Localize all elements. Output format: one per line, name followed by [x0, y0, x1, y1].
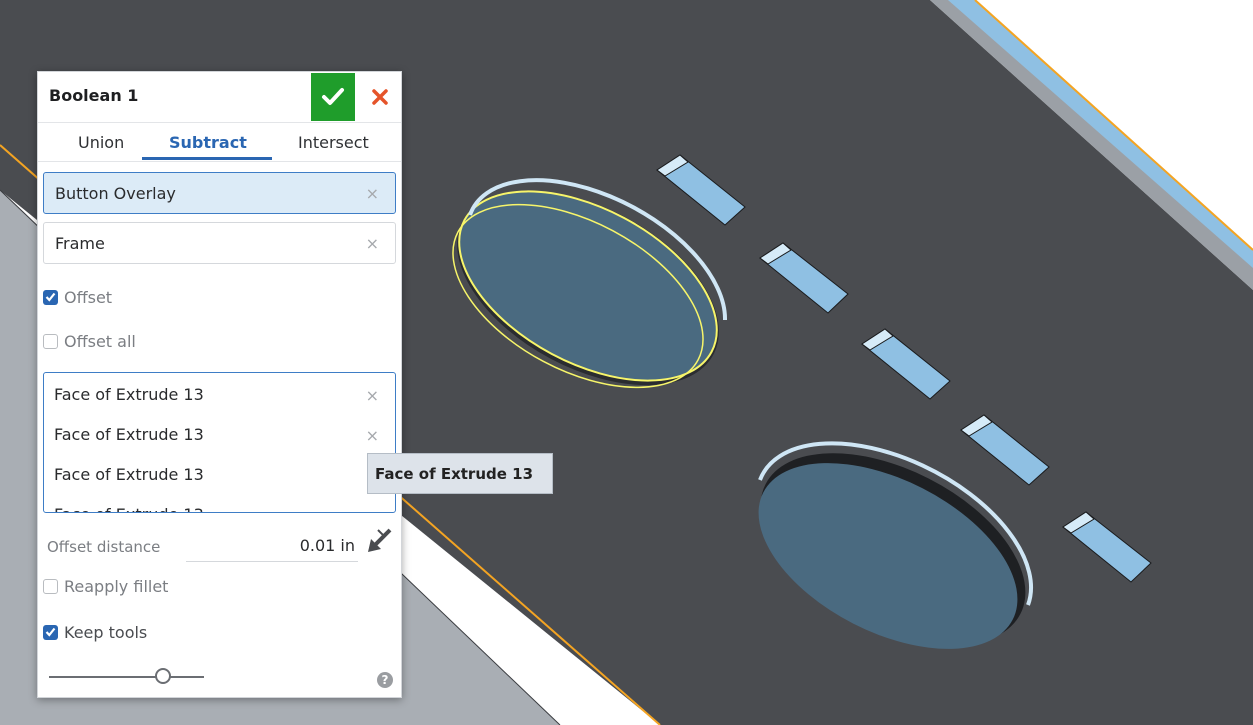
tab-intersect[interactable]: Intersect [298, 133, 369, 152]
offset-distance-label: Offset distance [47, 538, 161, 556]
tab-subtract[interactable]: Subtract [169, 133, 247, 152]
offset-all-checkbox-row[interactable]: Offset all [43, 329, 136, 353]
boolean-type-tabs: Union Subtract Intersect [38, 123, 401, 162]
clear-targets-icon[interactable]: × [366, 234, 379, 253]
face-item-label: Face of Extrude 13 [54, 505, 204, 512]
keep-tools-row[interactable]: Keep tools [43, 620, 147, 644]
remove-face-icon[interactable]: × [366, 426, 379, 445]
check-icon [45, 627, 56, 637]
face-item-label: Face of Extrude 13 [54, 425, 204, 444]
reapply-fillet-label: Reapply fillet [64, 576, 169, 596]
targets-field-value: Frame [55, 234, 105, 253]
preview-slider[interactable] [49, 667, 204, 687]
dialog-title: Boolean 1 [49, 86, 139, 105]
help-icon[interactable]: ? [377, 672, 393, 688]
confirm-button[interactable] [311, 73, 355, 121]
dialog-titlebar: Boolean 1 [38, 72, 401, 123]
clear-tools-icon[interactable]: × [366, 184, 379, 203]
active-tab-indicator [142, 157, 272, 160]
tools-field-value: Button Overlay [55, 184, 176, 203]
face-item-label: Face of Extrude 13 [54, 465, 204, 484]
offset-label: Offset [64, 287, 113, 307]
slider-handle[interactable] [155, 668, 171, 684]
list-item[interactable]: Face of Extrude 13 [44, 495, 395, 512]
offset-faces-list[interactable]: Face of Extrude 13 × Face of Extrude 13 … [43, 372, 396, 513]
checkmark-icon [322, 88, 344, 105]
boolean-dialog: Boolean 1 Union Subtract Intersect Butto… [37, 71, 402, 698]
remove-face-icon[interactable]: × [366, 386, 379, 405]
list-item[interactable]: Face of Extrude 13 × [44, 375, 395, 415]
opposite-direction-button[interactable] [365, 526, 395, 556]
offset-distance-input[interactable]: 0.01 in [186, 530, 358, 562]
keep-tools-checkbox[interactable] [43, 624, 58, 640]
offset-checkbox[interactable] [43, 289, 58, 305]
offset-all-label: Offset all [64, 331, 136, 351]
tools-field[interactable]: Button Overlay × [43, 172, 396, 214]
keep-tools-label: Keep tools [64, 622, 148, 642]
face-item-label: Face of Extrude 13 [54, 385, 204, 404]
direction-arrow-icon [368, 528, 392, 552]
reapply-fillet-row[interactable]: Reapply fillet [43, 574, 168, 598]
list-item[interactable]: Face of Extrude 13 × [44, 415, 395, 455]
check-icon [45, 292, 56, 302]
tab-union[interactable]: Union [78, 133, 124, 152]
offset-distance-value: 0.01 in [299, 536, 355, 555]
close-icon [371, 89, 388, 105]
targets-field[interactable]: Frame × [43, 222, 396, 264]
offset-checkbox-row[interactable]: Offset [43, 285, 112, 309]
list-item[interactable]: Face of Extrude 13 [44, 455, 395, 495]
slider-track [49, 676, 204, 678]
cancel-button[interactable] [358, 73, 401, 121]
face-tooltip: Face of Extrude 13 [367, 453, 553, 494]
reapply-fillet-checkbox[interactable] [43, 578, 58, 594]
offset-all-checkbox[interactable] [43, 333, 58, 349]
